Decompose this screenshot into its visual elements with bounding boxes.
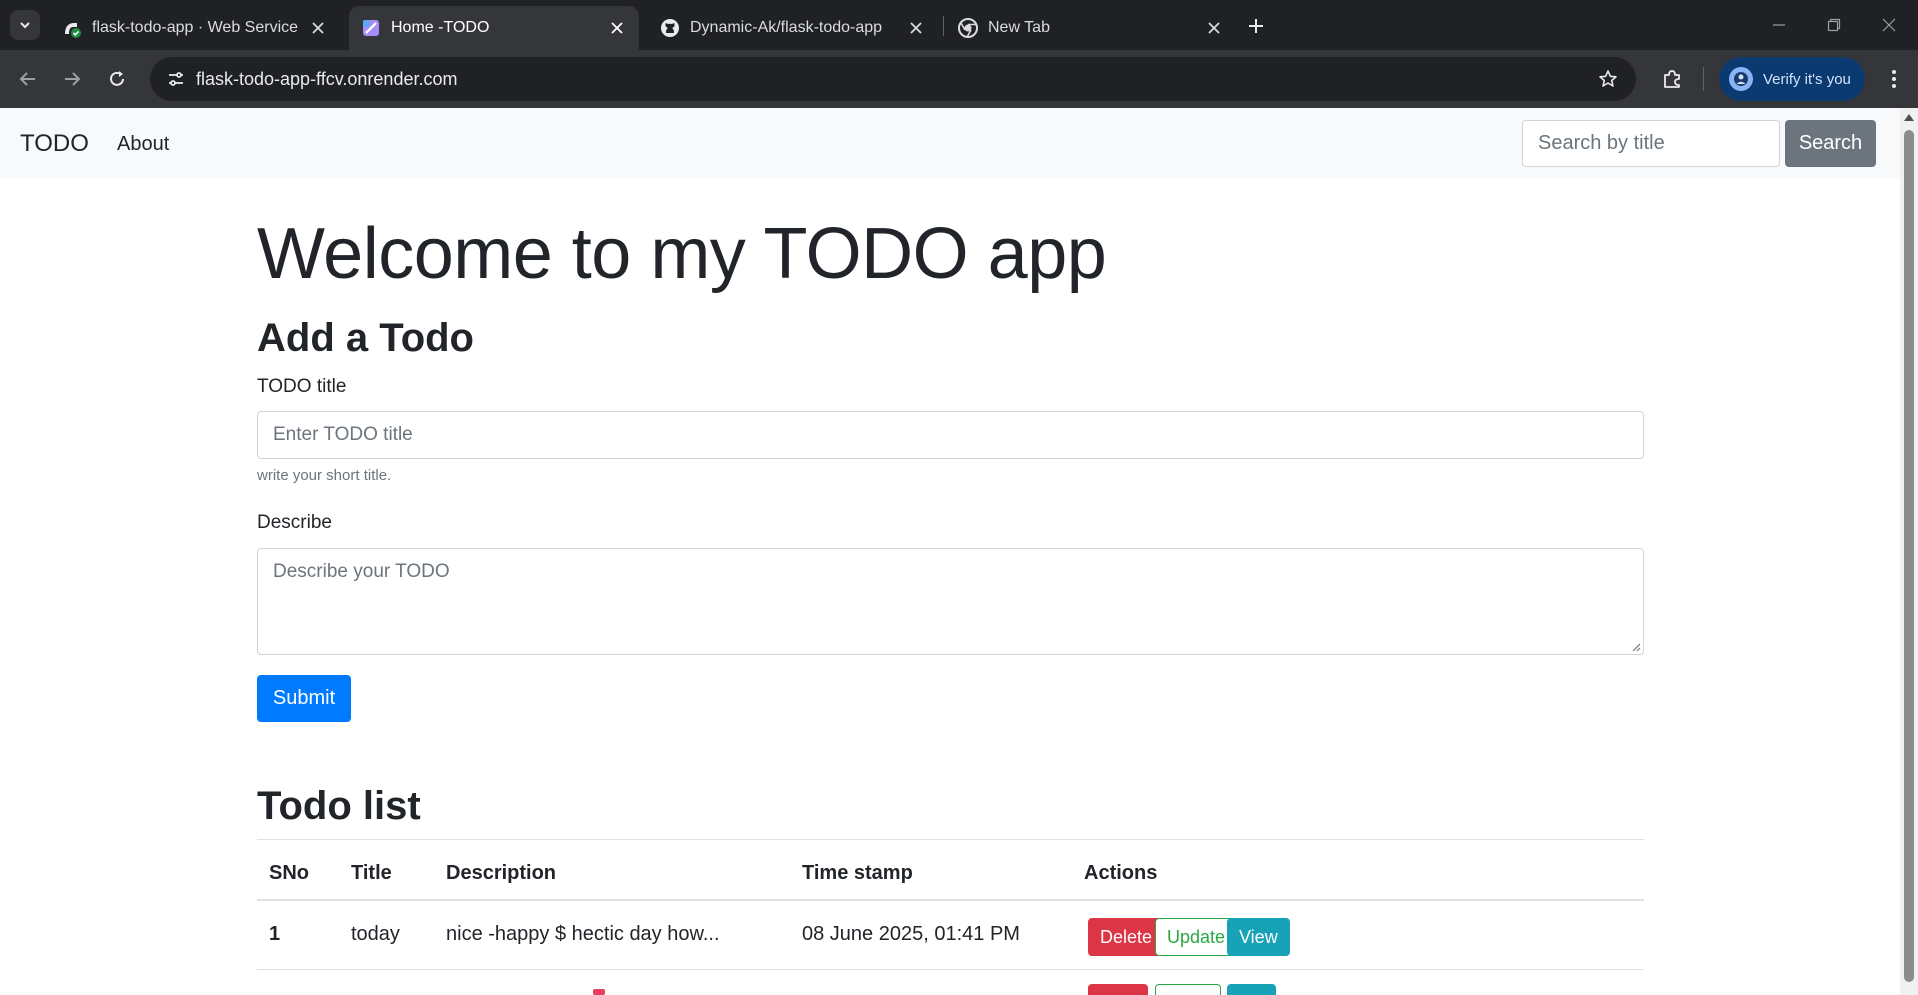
- github-icon: [660, 18, 680, 38]
- close-icon[interactable]: [308, 18, 328, 38]
- table-top-border: [257, 839, 1644, 840]
- submit-button[interactable]: Submit: [257, 675, 351, 722]
- close-icon[interactable]: [607, 18, 627, 38]
- minimize-button[interactable]: [1764, 10, 1794, 40]
- back-button[interactable]: [14, 65, 42, 93]
- todo-description-input[interactable]: [257, 548, 1644, 655]
- reload-icon: [110, 71, 124, 86]
- tab-search-button[interactable]: [10, 10, 40, 40]
- app-favicon-icon: [361, 18, 381, 38]
- extensions-button[interactable]: [1658, 65, 1686, 93]
- view-button[interactable]: View: [1227, 918, 1290, 956]
- column-header-actions: Actions: [1084, 862, 1158, 884]
- search-button[interactable]: Search: [1785, 120, 1876, 167]
- restore-button[interactable]: [1819, 10, 1849, 40]
- column-header-timestamp: Time stamp: [802, 862, 913, 884]
- chrome-icon: [958, 18, 978, 38]
- todo-title-input[interactable]: [257, 411, 1644, 459]
- todo-list-heading: Todo list: [257, 784, 421, 828]
- update-button[interactable]: Update: [1155, 918, 1238, 956]
- site-info-icon[interactable]: [162, 65, 190, 93]
- browser-toolbar: flask-todo-app-ffcv.onrender.com Verify …: [0, 50, 1918, 108]
- window-close-button[interactable]: [1874, 10, 1904, 40]
- restore-icon: [1827, 18, 1841, 32]
- row-timestamp: 08 June 2025, 01:41 PM: [802, 923, 1020, 945]
- url-text: flask-todo-app-ffcv.onrender.com: [196, 69, 458, 89]
- tab-separator: [943, 16, 944, 36]
- close-icon[interactable]: [906, 18, 926, 38]
- close-icon[interactable]: [1204, 18, 1224, 38]
- close-icon: [1882, 18, 1896, 32]
- bookmark-star-button[interactable]: [1594, 65, 1622, 93]
- search-input[interactable]: [1522, 120, 1780, 167]
- plus-icon: [1249, 19, 1263, 33]
- tab-github-repo[interactable]: Dynamic-Ak/flask-todo-app: [648, 6, 938, 50]
- todo-title-help: write your short title.: [257, 467, 392, 484]
- nav-link-about[interactable]: About: [117, 133, 169, 156]
- table-header-border: [257, 899, 1644, 901]
- page-scrollbar[interactable]: [1900, 108, 1918, 995]
- todo-description-label: Describe: [257, 512, 332, 533]
- forward-button[interactable]: [58, 65, 86, 93]
- navbar: TODO About Search: [0, 108, 1900, 178]
- tab-home-todo[interactable]: Home -TODO: [349, 6, 639, 50]
- tab-title: Home -TODO: [391, 19, 490, 36]
- verify-label: Verify it's you: [1763, 70, 1851, 88]
- page-viewport: TODO About Search Welcome to my TODO app…: [0, 108, 1918, 995]
- tab-title: New Tab: [988, 19, 1050, 36]
- todo-title-label: TODO title: [257, 376, 347, 397]
- scroll-up-arrow-icon[interactable]: [1904, 114, 1914, 121]
- new-tab-button[interactable]: [1242, 12, 1270, 40]
- update-button[interactable]: [1155, 984, 1221, 995]
- table-row-border: [257, 969, 1644, 970]
- tab-new-tab[interactable]: New Tab: [946, 6, 1236, 50]
- tab-title: Dynamic-Ak/flask-todo-app: [690, 19, 883, 36]
- browser-menu-button[interactable]: [1880, 65, 1908, 93]
- browser-tabstrip: flask-todo-app · Web Service · Home -TOD…: [0, 0, 1918, 50]
- add-todo-heading: Add a Todo: [257, 316, 474, 360]
- tab-render-service[interactable]: flask-todo-app · Web Service ·: [50, 6, 340, 50]
- puzzle-icon: [1664, 70, 1680, 88]
- column-header-title: Title: [351, 862, 392, 884]
- row-sno: 1: [269, 923, 281, 945]
- chevron-down-icon: [20, 22, 30, 29]
- render-favicon-icon: [62, 18, 82, 38]
- reload-button[interactable]: [103, 65, 131, 93]
- minimize-icon: [1773, 24, 1785, 26]
- row-title: today: [351, 923, 400, 945]
- profile-avatar-icon: [1729, 67, 1753, 91]
- arrow-right-icon: [65, 72, 81, 86]
- arrow-left-icon: [19, 72, 35, 86]
- column-header-description: Description: [446, 862, 557, 884]
- more-vertical-icon: [1892, 70, 1896, 88]
- address-bar[interactable]: flask-todo-app-ffcv.onrender.com: [150, 57, 1636, 101]
- delete-button[interactable]: [1088, 984, 1148, 995]
- row-description-fragment: [593, 989, 605, 995]
- verify-profile-button[interactable]: Verify it's you: [1719, 57, 1865, 101]
- column-header-sno: SNo: [269, 862, 309, 884]
- delete-button[interactable]: Delete: [1088, 918, 1165, 956]
- view-button[interactable]: [1227, 984, 1276, 995]
- page-title: Welcome to my TODO app: [257, 214, 1107, 294]
- tab-title: flask-todo-app · Web Service ·: [92, 19, 300, 36]
- navbar-brand[interactable]: TODO: [20, 130, 89, 158]
- row-description: nice -happy $ hectic day how...: [446, 923, 720, 945]
- resize-grip-icon[interactable]: [1631, 642, 1641, 652]
- toolbar-divider: [1703, 67, 1704, 91]
- scrollbar-thumb[interactable]: [1904, 130, 1914, 982]
- star-icon: [1599, 70, 1617, 87]
